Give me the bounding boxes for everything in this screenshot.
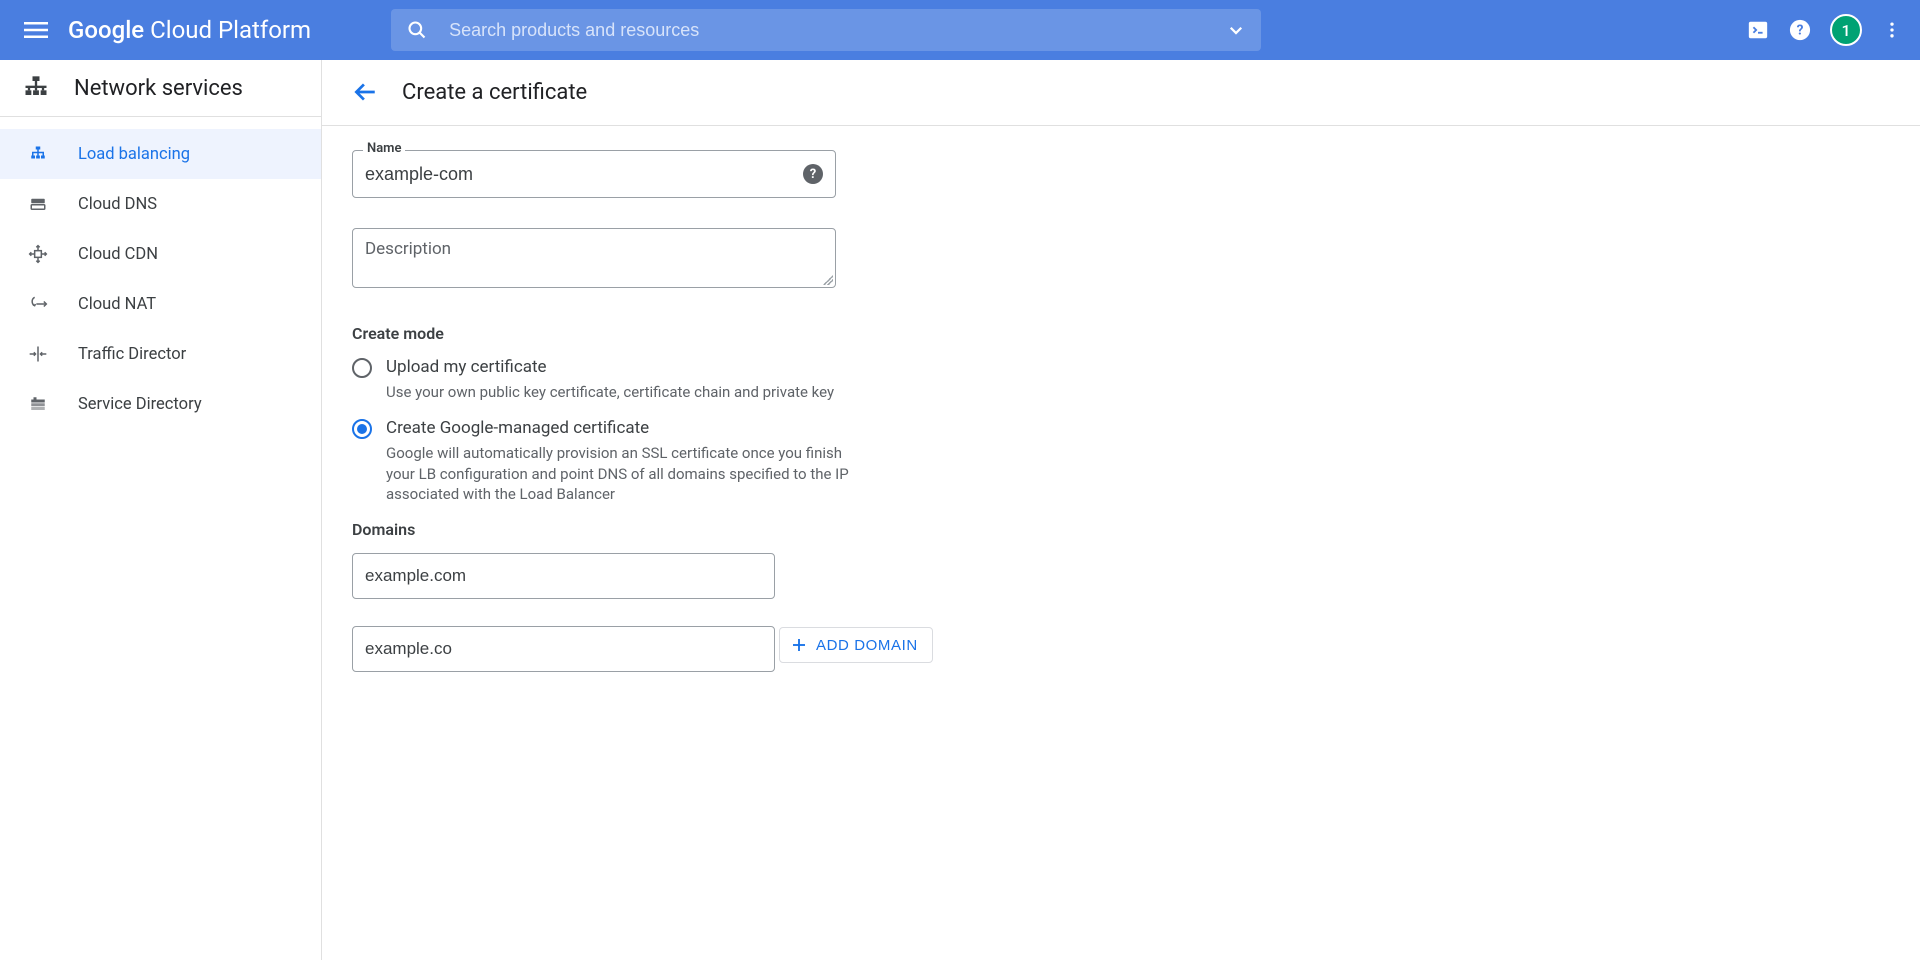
- add-domain-button[interactable]: ADD DOMAIN: [779, 627, 933, 663]
- network-services-icon: [22, 74, 50, 102]
- dns-icon: [28, 195, 48, 213]
- sidebar-item-load-balancing[interactable]: Load balancing: [0, 129, 321, 179]
- help-icon[interactable]: ?: [1788, 18, 1812, 42]
- help-icon[interactable]: ?: [803, 164, 823, 184]
- sidebar-item-cloud-nat[interactable]: Cloud NAT: [0, 279, 321, 329]
- description-placeholder: Description: [365, 239, 451, 259]
- sidebar-section-header[interactable]: Network services: [0, 60, 321, 117]
- brand-prefix: Google: [68, 16, 144, 44]
- radio-icon: [352, 419, 372, 439]
- chevron-down-icon[interactable]: [1227, 21, 1245, 39]
- sidebar-section-title: Network services: [74, 76, 243, 101]
- name-field-label: Name: [363, 141, 405, 156]
- add-domain-label: ADD DOMAIN: [816, 637, 918, 654]
- domain-input-0[interactable]: [352, 553, 775, 599]
- traffic-director-icon: [28, 344, 48, 364]
- search-box[interactable]: [391, 9, 1261, 51]
- sidebar: Network services Load balancing Cloud DN…: [0, 60, 322, 960]
- load-balancing-icon: [28, 145, 48, 163]
- brand-rest: Cloud Platform: [144, 16, 311, 44]
- radio-upload-help: Use your own public key certificate, cer…: [386, 382, 870, 402]
- search-input[interactable]: [449, 20, 1215, 41]
- avatar-initial: 1: [1841, 21, 1850, 40]
- svg-text:?: ?: [1797, 23, 1804, 39]
- sidebar-item-cloud-dns[interactable]: Cloud DNS: [0, 179, 321, 229]
- service-directory-icon: [28, 395, 48, 413]
- avatar[interactable]: 1: [1830, 14, 1862, 46]
- sidebar-item-label: Cloud NAT: [78, 295, 156, 314]
- main-content: Create a certificate Name ? Description …: [322, 60, 1920, 960]
- radio-upload-certificate[interactable]: Upload my certificate: [352, 357, 1172, 378]
- name-field-container: Name ?: [352, 150, 836, 198]
- hamburger-menu-icon[interactable]: [16, 10, 56, 50]
- radio-label: Create Google-managed certificate: [386, 418, 649, 438]
- nat-icon: [28, 294, 48, 314]
- sidebar-item-label: Cloud CDN: [78, 245, 158, 264]
- create-mode-label: Create mode: [352, 324, 1172, 343]
- domain-input-1[interactable]: [352, 626, 775, 672]
- sidebar-item-traffic-director[interactable]: Traffic Director: [0, 329, 321, 379]
- back-arrow-icon[interactable]: [352, 79, 378, 105]
- sidebar-item-service-directory[interactable]: Service Directory: [0, 379, 321, 429]
- radio-google-managed-certificate[interactable]: Create Google-managed certificate: [352, 418, 1172, 439]
- plus-icon: [790, 636, 808, 654]
- radio-managed-help: Google will automatically provision an S…: [386, 443, 870, 504]
- domains-label: Domains: [352, 520, 1172, 539]
- name-input[interactable]: [365, 164, 803, 185]
- search-icon: [407, 20, 427, 40]
- cloud-shell-icon[interactable]: [1746, 18, 1770, 42]
- page-title: Create a certificate: [402, 80, 587, 105]
- brand-logo[interactable]: Google Cloud Platform: [68, 16, 311, 44]
- description-textarea[interactable]: Description: [352, 228, 836, 288]
- sidebar-item-label: Load balancing: [78, 145, 190, 164]
- sidebar-item-label: Cloud DNS: [78, 195, 157, 214]
- radio-label: Upload my certificate: [386, 357, 547, 377]
- sidebar-item-label: Service Directory: [78, 395, 202, 414]
- top-bar: Google Cloud Platform ? 1: [0, 0, 1920, 60]
- cdn-icon: [28, 244, 48, 264]
- page-header: Create a certificate: [322, 61, 1920, 126]
- sidebar-item-label: Traffic Director: [78, 345, 186, 364]
- radio-icon: [352, 358, 372, 378]
- sidebar-item-cloud-cdn[interactable]: Cloud CDN: [0, 229, 321, 279]
- more-vert-icon[interactable]: [1880, 18, 1904, 42]
